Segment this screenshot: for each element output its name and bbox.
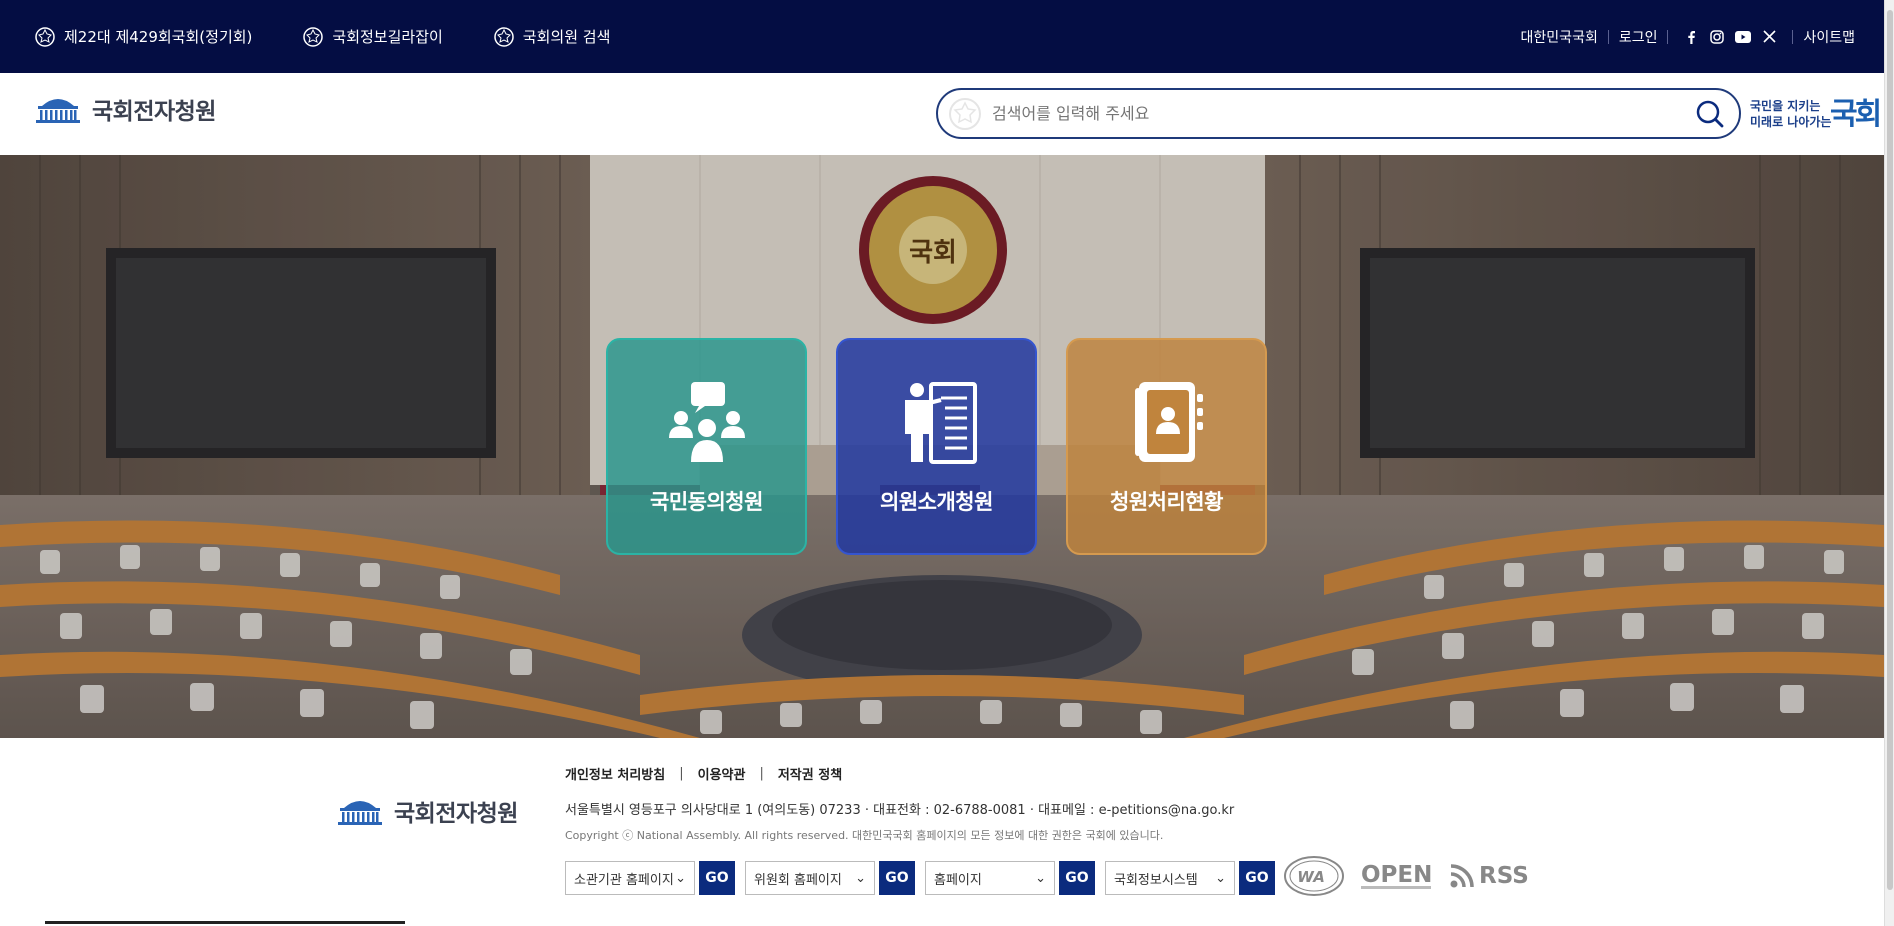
- info-system-select-group: 국회정보시스템 ⌄ GO: [1105, 861, 1275, 895]
- homepage-select[interactable]: 홈페이지 ⌄: [925, 861, 1055, 895]
- info-system-select[interactable]: 국회정보시스템 ⌄: [1105, 861, 1235, 895]
- top-utility-bar: 제22대 제429회국회(정기회) 국회정보길라잡이 국회의원 검색 대한민국국…: [0, 0, 1894, 73]
- page-scrollbar[interactable]: [1884, 0, 1894, 926]
- x-icon[interactable]: [1759, 27, 1779, 47]
- privacy-policy-link[interactable]: 개인정보 처리방침: [565, 764, 665, 783]
- select-value: 홈페이지: [934, 872, 982, 888]
- agency-site-select[interactable]: 소관기관 홈페이지 ⌄: [565, 861, 695, 895]
- top-right-menu: 대한민국국회 로그인 사이트맵: [1521, 27, 1855, 47]
- hero-banner: 국회 국민동의청원 의원소개청원 청원처리현황: [0, 155, 1884, 738]
- committee-site-select[interactable]: 위원회 홈페이지 ⌄: [745, 861, 875, 895]
- terms-link[interactable]: 이용약관: [698, 764, 746, 783]
- divider: [1667, 29, 1669, 44]
- slogan-line-1: 국민을 지키는: [1750, 99, 1821, 113]
- top-links: 제22대 제429회국회(정기회) 국회정보길라잡이 국회의원 검색: [34, 26, 660, 48]
- search-icon: [1696, 100, 1724, 127]
- select-value: 소관기관 홈페이지: [574, 872, 674, 888]
- assembly-home-link[interactable]: 대한민국국회: [1521, 27, 1598, 47]
- committee-site-select-group: 위원회 홈페이지 ⌄ GO: [745, 861, 915, 895]
- member-introduced-petition-card[interactable]: 의원소개청원: [836, 338, 1037, 555]
- rss-link[interactable]: RSS: [1449, 863, 1529, 889]
- open-data-badge-icon: OPEN: [1361, 862, 1432, 889]
- copyright-policy-link[interactable]: 저작권 정책: [778, 764, 842, 783]
- footer-badges: WA OPEN RSS: [1283, 855, 1529, 897]
- chevron-down-icon: ⌄: [1035, 870, 1046, 886]
- scrollbar-thumb[interactable]: [1887, 10, 1893, 890]
- info-guide-link-label: 국회정보길라잡이: [332, 28, 443, 46]
- chevron-down-icon: ⌄: [1215, 870, 1226, 886]
- logo-title: 국회전자청원: [92, 99, 216, 125]
- presenter-board-icon: [904, 382, 977, 464]
- assembly-emblem-icon: [303, 26, 324, 47]
- assembly-building-icon: [338, 801, 382, 825]
- slogan-line-2: 미래로 나아가는: [1750, 115, 1832, 129]
- footer-logo[interactable]: 국회전자청원: [336, 794, 518, 828]
- divider: |: [679, 766, 684, 781]
- agency-site-select-group: 소관기관 홈페이지 ⌄ GO: [565, 861, 735, 895]
- bottom-edge-line: [45, 921, 405, 924]
- open-badge-text: OPEN: [1361, 862, 1432, 888]
- chevron-down-icon: ⌄: [675, 870, 686, 886]
- member-search-link-label: 국회의원 검색: [522, 28, 611, 46]
- homepage-select-group: 홈페이지 ⌄ GO: [925, 861, 1095, 895]
- assembly-building-icon: [36, 99, 80, 123]
- go-button[interactable]: GO: [1059, 861, 1095, 895]
- sitemap-link[interactable]: 사이트맵: [1803, 27, 1855, 47]
- assembly-emblem-icon: [949, 97, 981, 130]
- go-button[interactable]: GO: [1239, 861, 1275, 895]
- go-button[interactable]: GO: [879, 861, 915, 895]
- public-consent-petition-card[interactable]: 국민동의청원: [606, 338, 807, 555]
- card-label: 의원소개청원: [880, 490, 993, 514]
- petition-status-card[interactable]: 청원처리현황: [1066, 338, 1267, 555]
- site-logo[interactable]: 국회전자청원: [34, 92, 216, 126]
- web-accessibility-badge-icon: WA: [1284, 856, 1344, 896]
- rss-label: RSS: [1479, 863, 1529, 889]
- login-link[interactable]: 로그인: [1619, 27, 1658, 47]
- search-input[interactable]: [990, 103, 1691, 124]
- site-footer: 국회전자청원 개인정보 처리방침 | 이용약관 | 저작권 정책 서울특별시 영…: [0, 738, 1884, 926]
- discussion-people-icon: [668, 382, 745, 462]
- site-header: 국회전자청원 국민을 지키는 미래로 나아가는 국회: [0, 73, 1884, 155]
- instagram-icon[interactable]: [1707, 27, 1727, 47]
- member-search-link[interactable]: 국회의원 검색: [493, 26, 611, 48]
- session-link-label: 제22대 제429회국회(정기회): [64, 28, 253, 46]
- card-label: 국민동의청원: [650, 490, 763, 514]
- select-value: 국회정보시스템: [1114, 872, 1198, 888]
- divider: [1607, 29, 1609, 44]
- contact-book-icon: [1134, 382, 1203, 462]
- assembly-slogan-logo[interactable]: 국민을 지키는 미래로 나아가는 국회: [1750, 91, 1884, 137]
- footer-copyright: Copyright ⓒ National Assembly. All right…: [565, 829, 1164, 842]
- slogan-big: 국회: [1830, 97, 1882, 132]
- card-label: 청원처리현황: [1110, 490, 1223, 514]
- facebook-icon[interactable]: [1681, 27, 1701, 47]
- go-button[interactable]: GO: [699, 861, 735, 895]
- session-link[interactable]: 제22대 제429회국회(정기회): [34, 26, 252, 48]
- divider: [1792, 29, 1794, 44]
- wa-badge-text: WA: [1297, 868, 1325, 886]
- youtube-icon[interactable]: [1733, 27, 1753, 47]
- search-button[interactable]: [1691, 95, 1729, 133]
- footer-address: 서울특별시 영등포구 의사당대로 1 (여의도동) 07233 · 대표전화 :…: [565, 803, 1235, 818]
- divider: |: [759, 766, 764, 781]
- footer-site-selects: 소관기관 홈페이지 ⌄ GO 위원회 홈페이지 ⌄ GO 홈페이지 ⌄ GO 국회정보…: [565, 861, 1285, 895]
- footer-logo-title: 국회전자청원: [394, 801, 518, 827]
- chevron-down-icon: ⌄: [855, 870, 866, 886]
- assembly-emblem-icon: [35, 26, 55, 47]
- info-guide-link[interactable]: 국회정보길라잡이: [302, 26, 443, 48]
- rss-icon: [1450, 864, 1474, 888]
- search-bar: [936, 88, 1741, 139]
- assembly-emblem-icon: [494, 26, 514, 47]
- select-value: 위원회 홈페이지: [754, 872, 842, 888]
- footer-links: 개인정보 처리방침 | 이용약관 | 저작권 정책: [565, 764, 842, 783]
